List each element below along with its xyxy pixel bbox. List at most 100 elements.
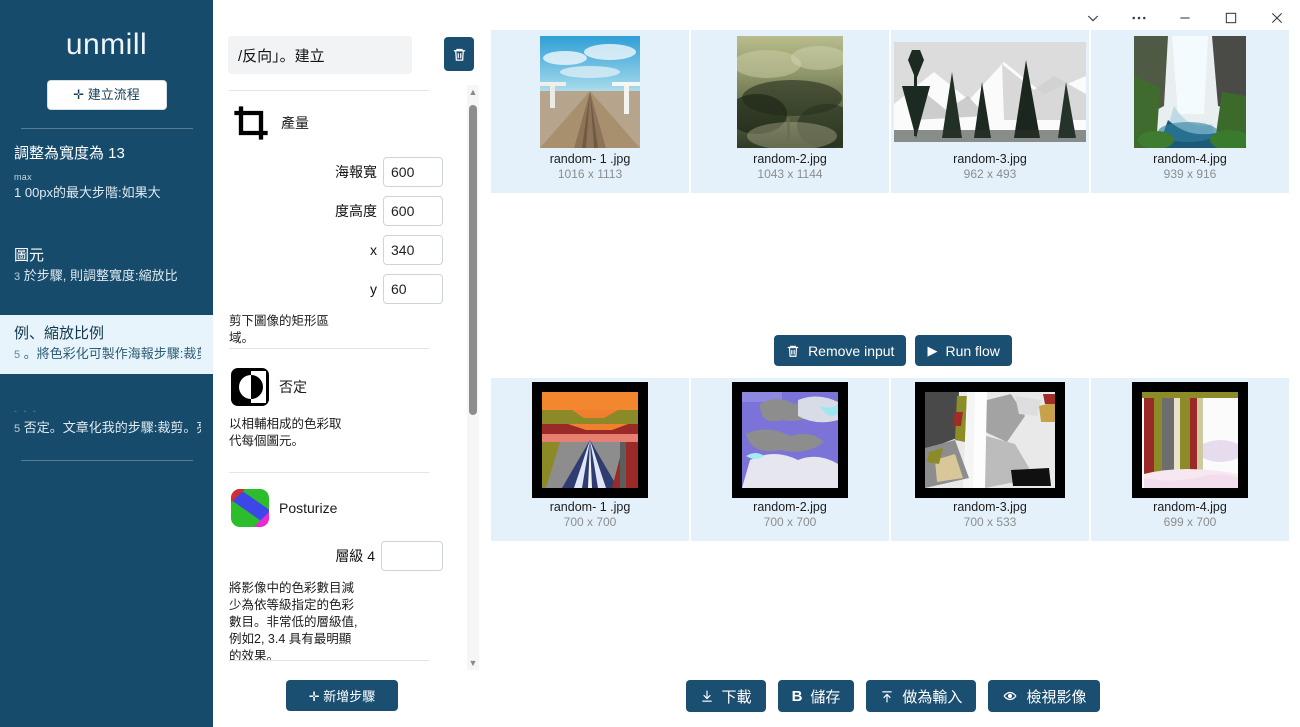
input-image-strip: random- 1 .jpg 1016 x 1113 random-2.jpg … (491, 30, 1291, 193)
add-step-button[interactable]: ✛ 新增步驟 (286, 680, 398, 711)
flow-panel-scrollbar[interactable]: ▲ ▼ (467, 85, 479, 670)
output-image-card-1[interactable]: random- 1 .jpg 700 x 700 (491, 378, 689, 541)
input-image-card-4[interactable]: random-4.jpg 939 x 916 (1091, 30, 1289, 193)
flow-name-input[interactable] (228, 36, 412, 74)
thumbnail-image (532, 382, 648, 498)
output-image-card-4[interactable]: random-4.jpg 699 x 700 (1091, 378, 1289, 541)
download-button[interactable]: 下載 (685, 680, 766, 712)
image-filename: random- 1 .jpg (549, 152, 631, 166)
divider-1 (229, 90, 429, 91)
thumbnail-container (891, 30, 1089, 150)
thumbnail-container (891, 378, 1089, 498)
main-panel: random- 1 .jpg 1016 x 1113 random-2.jpg … (486, 0, 1300, 727)
app-brand: unmill (65, 28, 148, 61)
divider-2 (229, 348, 429, 349)
thumbnail-container (491, 30, 689, 150)
field-row-levels: 層級 4 (213, 541, 443, 571)
step-description: 將影像中的色彩數目減少為依等級指定的色彩數目。非常低的層級值, 例如2, 3.4… (229, 581, 358, 663)
run-flow-button[interactable]: ▶ Run flow (915, 335, 1012, 366)
sidebar-divider-bottom (20, 460, 193, 462)
crop-width-input[interactable] (383, 157, 443, 187)
plus-icon: ✛ (73, 87, 85, 102)
delete-flow-button[interactable] (444, 37, 474, 71)
thumbnail-image (915, 382, 1065, 498)
image-filename: random-2.jpg (753, 152, 827, 166)
sidebar: unmill ✛ 建立流程 調整為寬度為 13 max 1 00px的最大步階:… (0, 0, 213, 727)
upload-icon (882, 690, 893, 702)
flow-lead: 5 (14, 348, 21, 361)
image-filename: random- 1 .jpg (549, 500, 631, 514)
thumbnail-image (732, 382, 848, 498)
step-description: 以相輔相成的色彩取代每個圖元。 (229, 417, 342, 448)
remove-input-button[interactable]: Remove input (774, 335, 907, 366)
posterize-levels-input[interactable] (381, 541, 443, 571)
input-image-card-1[interactable]: random- 1 .jpg 1016 x 1113 (491, 30, 689, 193)
image-filename: random-3.jpg (953, 500, 1027, 514)
image-dimensions: 962 x 493 (963, 167, 1017, 181)
remove-input-label: Remove input (808, 342, 895, 359)
input-image-card-3[interactable]: random-3.jpg 962 x 493 (891, 30, 1089, 193)
step-title: Posturize (279, 500, 338, 516)
image-filename: random-4.jpg (1153, 500, 1227, 514)
sidebar-item-flow-4[interactable]: - - - 5 否定。文章化我的步驟:裁剪。亮度 (0, 388, 213, 448)
image-dimensions: 939 x 916 (1163, 167, 1217, 181)
scroll-up-icon[interactable]: ▲ (468, 87, 478, 97)
flow-subtitle-text: 否定。文章化我的步驟:裁剪。亮度 (23, 419, 201, 435)
crop-y-input[interactable] (383, 274, 443, 304)
run-flow-label: Run flow (945, 342, 1000, 359)
step-title: 否定 (279, 379, 307, 395)
field-label: y (370, 281, 377, 297)
use-as-input-label: 做為輸入 (902, 688, 963, 706)
view-image-button[interactable]: 檢視影像 (988, 680, 1101, 712)
step-description: 剪下圖像的矩形區域。 (229, 314, 330, 345)
thumbnail-image (894, 42, 1086, 142)
output-image-card-3[interactable]: random-3.jpg 700 x 533 (891, 378, 1089, 541)
output-image-card-2[interactable]: random-2.jpg 700 x 700 (691, 378, 889, 541)
eye-icon (1003, 691, 1017, 701)
save-label: 儲存 (810, 688, 841, 706)
step-negate[interactable]: 否定 以相輔相成的色彩取代每個圖元。 (213, 368, 463, 450)
field-label: 度高度 (335, 203, 377, 219)
image-dimensions: 1043 x 1144 (757, 167, 823, 181)
image-filename: random-3.jpg (953, 152, 1027, 166)
image-filename: random-2.jpg (753, 500, 827, 514)
field-row-poster-width: 海報寬 (213, 157, 443, 187)
field-label: 層級 4 (335, 548, 375, 564)
crop-x-input[interactable] (383, 235, 443, 265)
sidebar-item-flow-2[interactable]: 圖元 3 於步驟, 則調整寬度:縮放比 (0, 237, 213, 297)
scrollbar-thumb[interactable] (469, 105, 477, 415)
play-icon: ▶ (927, 343, 938, 358)
use-as-input-button[interactable]: 做為輸入 (866, 680, 977, 712)
flow-placeholder-dots: - - - (14, 406, 38, 417)
image-dimensions: 700 x 700 (763, 515, 817, 529)
flow-subtitle: 3 於步驟, 則調整寬度:縮放比 (14, 268, 201, 285)
field-row-poster-height: 度高度 (213, 196, 443, 226)
create-flow-button[interactable]: ✛ 建立流程 (46, 80, 167, 110)
field-row-x: x (213, 235, 443, 265)
crop-height-input[interactable] (383, 196, 443, 226)
sidebar-item-flow-1[interactable]: 調整為寬度為 13 max 1 00px的最大步階:如果大 (0, 135, 213, 213)
download-label: 下載 (721, 688, 752, 706)
sidebar-item-flow-3[interactable]: 例、縮放比例 5 。將色彩化可製作海報步驟:裁剪 (0, 314, 213, 375)
input-image-card-2[interactable]: random-2.jpg 1043 x 1144 (691, 30, 889, 193)
divider-4 (229, 660, 429, 661)
flow-action-bar: Remove input ▶ Run flow (486, 335, 1300, 366)
step-header: 產量 (213, 103, 463, 143)
step-posterize[interactable]: Posturize 層級 4 將影像中的色彩數目減少為依等級指定的色彩數目。非常… (213, 489, 463, 664)
step-header: 否定 (213, 368, 463, 406)
image-filename: random-4.jpg (1153, 152, 1227, 166)
flow-subtitle: 5 否定。文章化我的步驟:裁剪。亮度 (14, 420, 201, 437)
image-dimensions: 699 x 700 (1163, 515, 1217, 529)
flow-lead: 5 (14, 422, 21, 435)
flow-subtitle: 1 00px的最大步階:如果大 (14, 185, 161, 200)
sidebar-divider-top (20, 128, 193, 129)
image-dimensions: 1016 x 1113 (557, 167, 623, 181)
save-button[interactable]: B 儲存 (777, 680, 855, 712)
posterize-icon (231, 489, 269, 527)
image-dimensions: 700 x 533 (963, 515, 1017, 529)
divider-3 (229, 472, 429, 473)
plus-icon: ✛ (308, 689, 320, 704)
step-crop[interactable]: 產量 海報寬 度高度 x y (213, 103, 463, 347)
b-icon: B (791, 687, 803, 705)
scroll-down-icon[interactable]: ▼ (468, 658, 478, 668)
